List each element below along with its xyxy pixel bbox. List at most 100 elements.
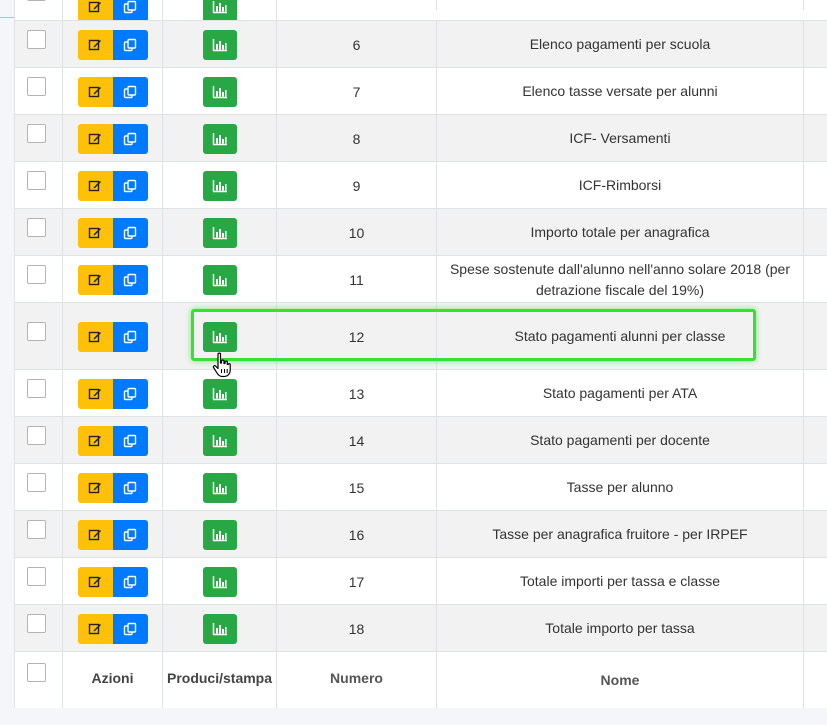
numero-value: 13 <box>348 385 365 402</box>
actions-cell <box>63 464 163 511</box>
edit-button[interactable] <box>77 265 113 295</box>
nome-cell: Tasse per alunno <box>437 464 804 511</box>
edit-button[interactable] <box>77 0 113 22</box>
produce-cell <box>163 464 277 511</box>
numero-value: 15 <box>348 479 365 496</box>
copy-icon <box>123 481 137 495</box>
edit-button[interactable] <box>77 30 113 60</box>
actions-cell <box>63 68 163 115</box>
edit-icon <box>88 528 102 542</box>
produce-report-button[interactable] <box>202 77 237 107</box>
select-all-checkbox[interactable] <box>27 663 46 682</box>
copy-button[interactable] <box>112 614 148 644</box>
row-checkbox[interactable] <box>27 218 46 237</box>
row-checkbox[interactable] <box>27 567 46 586</box>
nome-cell: ICF- Versamenti <box>437 115 804 162</box>
copy-icon <box>123 330 137 344</box>
copy-button[interactable] <box>112 0 148 22</box>
produce-report-button[interactable] <box>202 567 237 597</box>
nome-cell: ICF-Rimborsi <box>437 162 804 209</box>
edit-button[interactable] <box>77 322 113 352</box>
produce-report-button[interactable] <box>202 379 237 409</box>
row-checkbox[interactable] <box>27 30 46 49</box>
extra-cell <box>804 370 827 417</box>
produce-cell <box>163 21 277 68</box>
table-row: 11 Spese sostenute dall'alunno nell'anno … <box>15 255 827 303</box>
produce-report-button[interactable] <box>202 265 237 295</box>
edit-button[interactable] <box>77 614 113 644</box>
produce-report-button[interactable] <box>202 614 237 644</box>
row-checkbox[interactable] <box>27 0 46 1</box>
copy-button[interactable] <box>112 520 148 550</box>
edit-button[interactable] <box>77 379 113 409</box>
table-row: 14 Stato pagamenti per docente <box>15 416 827 464</box>
produce-report-button[interactable] <box>202 426 237 456</box>
row-checkbox[interactable] <box>27 614 46 633</box>
numero-cell: 6 <box>277 21 437 68</box>
bar-chart-icon <box>212 622 228 636</box>
copy-button[interactable] <box>112 124 148 154</box>
copy-button[interactable] <box>112 426 148 456</box>
copy-button[interactable] <box>112 30 148 60</box>
header-numero[interactable]: Numero <box>277 652 437 708</box>
copy-button[interactable] <box>112 379 148 409</box>
select-cell <box>15 0 63 21</box>
produce-cell <box>163 256 277 303</box>
copy-icon <box>123 85 137 99</box>
produce-report-button[interactable] <box>202 30 237 60</box>
edit-button[interactable] <box>77 520 113 550</box>
copy-button[interactable] <box>112 171 148 201</box>
row-checkbox[interactable] <box>27 322 46 341</box>
extra-cell <box>804 115 827 162</box>
extra-cell <box>804 162 827 209</box>
row-checkbox[interactable] <box>27 379 46 398</box>
header-nome[interactable]: Nome <box>437 652 804 708</box>
produce-report-button[interactable] <box>202 171 237 201</box>
copy-icon <box>123 0 137 14</box>
edit-button[interactable] <box>77 567 113 597</box>
copy-button[interactable] <box>112 567 148 597</box>
produce-report-button[interactable] <box>202 473 237 503</box>
numero-cell: 9 <box>277 162 437 209</box>
actions-cell <box>63 370 163 417</box>
produce-report-button[interactable] <box>202 0 237 22</box>
select-cell <box>15 558 63 605</box>
copy-button[interactable] <box>112 265 148 295</box>
produce-report-button[interactable] <box>202 124 237 154</box>
row-checkbox[interactable] <box>27 426 46 445</box>
copy-icon <box>123 226 137 240</box>
actions-cell <box>63 303 163 370</box>
copy-button[interactable] <box>112 322 148 352</box>
row-checkbox[interactable] <box>27 473 46 492</box>
row-checkbox[interactable] <box>27 171 46 190</box>
row-checkbox[interactable] <box>27 520 46 539</box>
bar-chart-icon <box>212 0 228 14</box>
extra-cell <box>804 605 827 652</box>
edit-button[interactable] <box>77 124 113 154</box>
produce-report-button[interactable] <box>202 218 237 248</box>
copy-icon <box>123 622 137 636</box>
edit-button[interactable] <box>77 473 113 503</box>
edit-button[interactable] <box>77 426 113 456</box>
copy-button[interactable] <box>112 218 148 248</box>
nome-value: Stato pagamenti per ATA <box>542 385 698 401</box>
copy-button[interactable] <box>112 473 148 503</box>
numero-value: 11 <box>349 271 364 288</box>
header-nome-label: Nome <box>600 672 640 688</box>
edit-button[interactable] <box>77 171 113 201</box>
copy-button[interactable] <box>112 77 148 107</box>
select-cell <box>15 303 63 370</box>
edit-button[interactable] <box>77 77 113 107</box>
edit-button[interactable] <box>77 218 113 248</box>
header-extra <box>804 652 827 708</box>
row-checkbox[interactable] <box>27 124 46 143</box>
numero-cell: 17 <box>277 558 437 605</box>
produce-report-button[interactable] <box>202 520 237 550</box>
edit-icon <box>88 330 102 344</box>
nome-cell: Elenco tasse versate per alunni <box>437 68 804 115</box>
numero-value: 7 <box>352 83 361 100</box>
row-checkbox[interactable] <box>27 265 46 284</box>
bar-chart-icon <box>212 226 228 240</box>
row-checkbox[interactable] <box>27 77 46 96</box>
actions-cell <box>63 558 163 605</box>
